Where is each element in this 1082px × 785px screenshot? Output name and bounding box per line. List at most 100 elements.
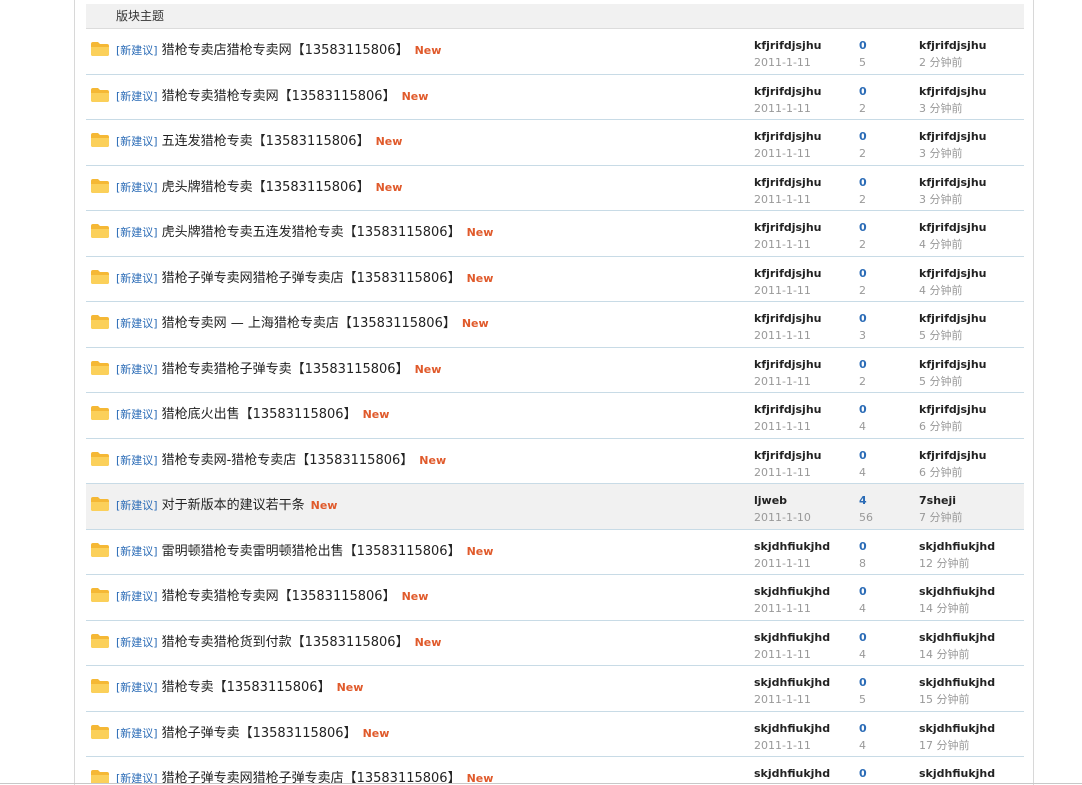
thread-category-link[interactable]: [新建议] — [116, 90, 158, 103]
thread-category-link[interactable]: [新建议] — [116, 681, 158, 694]
last-post-time[interactable]: 5 分钟前 — [919, 373, 986, 390]
thread-category-link[interactable]: [新建议] — [116, 181, 158, 194]
last-post-time[interactable]: 6 分钟前 — [919, 464, 986, 481]
reply-count[interactable]: 0 — [859, 265, 867, 282]
last-poster-link[interactable]: kfjrifdjsjhu — [919, 356, 986, 373]
thread-category-link[interactable]: [新建议] — [116, 499, 158, 512]
author-link[interactable]: kfjrifdjsjhu — [754, 447, 821, 464]
last-post-time[interactable]: 4 分钟前 — [919, 236, 986, 253]
last-poster-link[interactable]: kfjrifdjsjhu — [919, 128, 986, 145]
thread-title-link[interactable]: 猎枪专卖猎枪货到付款【13583115806】 — [162, 635, 409, 650]
last-post-time[interactable]: 17 分钟前 — [919, 737, 995, 754]
last-post-time[interactable]: 15 分钟前 — [919, 691, 995, 708]
last-poster-link[interactable]: kfjrifdjsjhu — [919, 174, 986, 191]
author-link[interactable]: skjdhfiukjhd — [754, 765, 830, 782]
thread-title-link[interactable]: 虎头牌猎枪专卖【13583115806】 — [162, 180, 370, 195]
thread-category-link[interactable]: [新建议] — [116, 545, 158, 558]
thread-title-link[interactable]: 猎枪专卖店猎枪专卖网【13583115806】 — [162, 43, 409, 58]
last-poster-link[interactable]: skjdhfiukjhd — [919, 674, 995, 691]
last-post-time[interactable]: 5 分钟前 — [919, 327, 986, 344]
thread-title-link[interactable]: 虎头牌猎枪专卖五连发猎枪专卖【13583115806】 — [162, 225, 461, 240]
last-post-time[interactable]: 7 分钟前 — [919, 509, 963, 526]
last-poster-link[interactable]: kfjrifdjsjhu — [919, 83, 986, 100]
thread-title-link[interactable]: 猎枪专卖网 — 上海猎枪专卖店【13583115806】 — [162, 316, 456, 331]
reply-count[interactable]: 0 — [859, 356, 867, 373]
reply-count[interactable]: 0 — [859, 583, 867, 600]
author-link[interactable]: skjdhfiukjhd — [754, 538, 830, 555]
reply-count[interactable]: 0 — [859, 219, 867, 236]
author-link[interactable]: kfjrifdjsjhu — [754, 356, 821, 373]
thread-category-link[interactable]: [新建议] — [116, 135, 158, 148]
author-link[interactable]: skjdhfiukjhd — [754, 583, 830, 600]
thread-category-link[interactable]: [新建议] — [116, 226, 158, 239]
thread-title-link[interactable]: 猎枪子弹专卖网猎枪子弹专卖店【13583115806】 — [162, 271, 461, 286]
thread-title-link[interactable]: 猎枪底火出售【13583115806】 — [162, 407, 357, 422]
author-link[interactable]: kfjrifdjsjhu — [754, 37, 821, 54]
thread-title-link[interactable]: 猎枪专卖猎枪专卖网【13583115806】 — [162, 589, 396, 604]
last-post-time[interactable]: 2 分钟前 — [919, 54, 986, 71]
last-poster-link[interactable]: kfjrifdjsjhu — [919, 447, 986, 464]
author-link[interactable]: kfjrifdjsjhu — [754, 310, 821, 327]
thread-category-link[interactable]: [新建议] — [116, 454, 158, 467]
last-post-time[interactable]: 6 分钟前 — [919, 418, 986, 435]
thread-category-link[interactable]: [新建议] — [116, 317, 158, 330]
thread-category-link[interactable]: [新建议] — [116, 363, 158, 376]
reply-count[interactable]: 0 — [859, 674, 867, 691]
last-poster-link[interactable]: kfjrifdjsjhu — [919, 401, 986, 418]
reply-count[interactable]: 4 — [859, 492, 873, 509]
last-poster-link[interactable]: kfjrifdjsjhu — [919, 310, 986, 327]
last-poster-link[interactable]: skjdhfiukjhd — [919, 629, 995, 646]
last-post-time[interactable]: 14 分钟前 — [919, 646, 995, 663]
post-date: 2011-1-11 — [754, 283, 811, 297]
reply-count[interactable]: 0 — [859, 765, 867, 782]
reply-count[interactable]: 0 — [859, 401, 867, 418]
reply-count[interactable]: 0 — [859, 538, 867, 555]
thread-category-link[interactable]: [新建议] — [116, 636, 158, 649]
last-post-time[interactable]: 12 分钟前 — [919, 555, 995, 572]
last-poster-link[interactable]: skjdhfiukjhd — [919, 720, 995, 737]
author-link[interactable]: skjdhfiukjhd — [754, 629, 830, 646]
last-post-time[interactable]: 3 分钟前 — [919, 191, 986, 208]
thread-category-link[interactable]: [新建议] — [116, 272, 158, 285]
thread-title-link[interactable]: 五连发猎枪专卖【13583115806】 — [162, 134, 370, 149]
last-poster-link[interactable]: skjdhfiukjhd — [919, 583, 995, 600]
author-link[interactable]: skjdhfiukjhd — [754, 674, 830, 691]
reply-count[interactable]: 0 — [859, 629, 867, 646]
reply-count[interactable]: 0 — [859, 720, 867, 737]
thread-title-link[interactable]: 猎枪专卖网-猎枪专卖店【13583115806】 — [162, 453, 414, 468]
author-link[interactable]: kfjrifdjsjhu — [754, 401, 821, 418]
reply-count[interactable]: 0 — [859, 310, 867, 327]
author-link[interactable]: kfjrifdjsjhu — [754, 83, 821, 100]
thread-title-link[interactable]: 猎枪专卖猎枪专卖网【13583115806】 — [162, 89, 396, 104]
last-poster-link[interactable]: kfjrifdjsjhu — [919, 265, 986, 282]
last-poster-link[interactable]: skjdhfiukjhd — [919, 765, 995, 782]
thread-category-link[interactable]: [新建议] — [116, 44, 158, 57]
author-link[interactable]: kfjrifdjsjhu — [754, 128, 821, 145]
reply-count[interactable]: 0 — [859, 37, 867, 54]
thread-category-link[interactable]: [新建议] — [116, 408, 158, 421]
reply-count[interactable]: 0 — [859, 83, 867, 100]
thread-title-link[interactable]: 猎枪专卖猎枪子弹专卖【13583115806】 — [162, 362, 409, 377]
author-link[interactable]: skjdhfiukjhd — [754, 720, 830, 737]
last-poster-link[interactable]: kfjrifdjsjhu — [919, 37, 986, 54]
author-link[interactable]: kfjrifdjsjhu — [754, 265, 821, 282]
last-post-time[interactable]: 3 分钟前 — [919, 145, 986, 162]
last-post-time[interactable]: 4 分钟前 — [919, 282, 986, 299]
author-link[interactable]: kfjrifdjsjhu — [754, 174, 821, 191]
reply-count[interactable]: 0 — [859, 128, 867, 145]
thread-title-link[interactable]: 猎枪专卖【13583115806】 — [162, 680, 331, 695]
reply-count[interactable]: 0 — [859, 447, 867, 464]
thread-category-link[interactable]: [新建议] — [116, 590, 158, 603]
thread-title-link[interactable]: 雷明顿猎枪专卖雷明顿猎枪出售【13583115806】 — [162, 544, 461, 559]
reply-count[interactable]: 0 — [859, 174, 867, 191]
last-poster-link[interactable]: 7sheji — [919, 492, 963, 509]
last-post-time[interactable]: 14 分钟前 — [919, 600, 995, 617]
thread-category-link[interactable]: [新建议] — [116, 727, 158, 740]
last-poster-link[interactable]: kfjrifdjsjhu — [919, 219, 986, 236]
thread-title-link[interactable]: 对于新版本的建议若干条 — [162, 498, 305, 513]
author-link[interactable]: ljweb — [754, 492, 811, 509]
author-link[interactable]: kfjrifdjsjhu — [754, 219, 821, 236]
thread-title-link[interactable]: 猎枪子弹专卖【13583115806】 — [162, 726, 357, 741]
last-post-time[interactable]: 3 分钟前 — [919, 100, 986, 117]
last-poster-link[interactable]: skjdhfiukjhd — [919, 538, 995, 555]
